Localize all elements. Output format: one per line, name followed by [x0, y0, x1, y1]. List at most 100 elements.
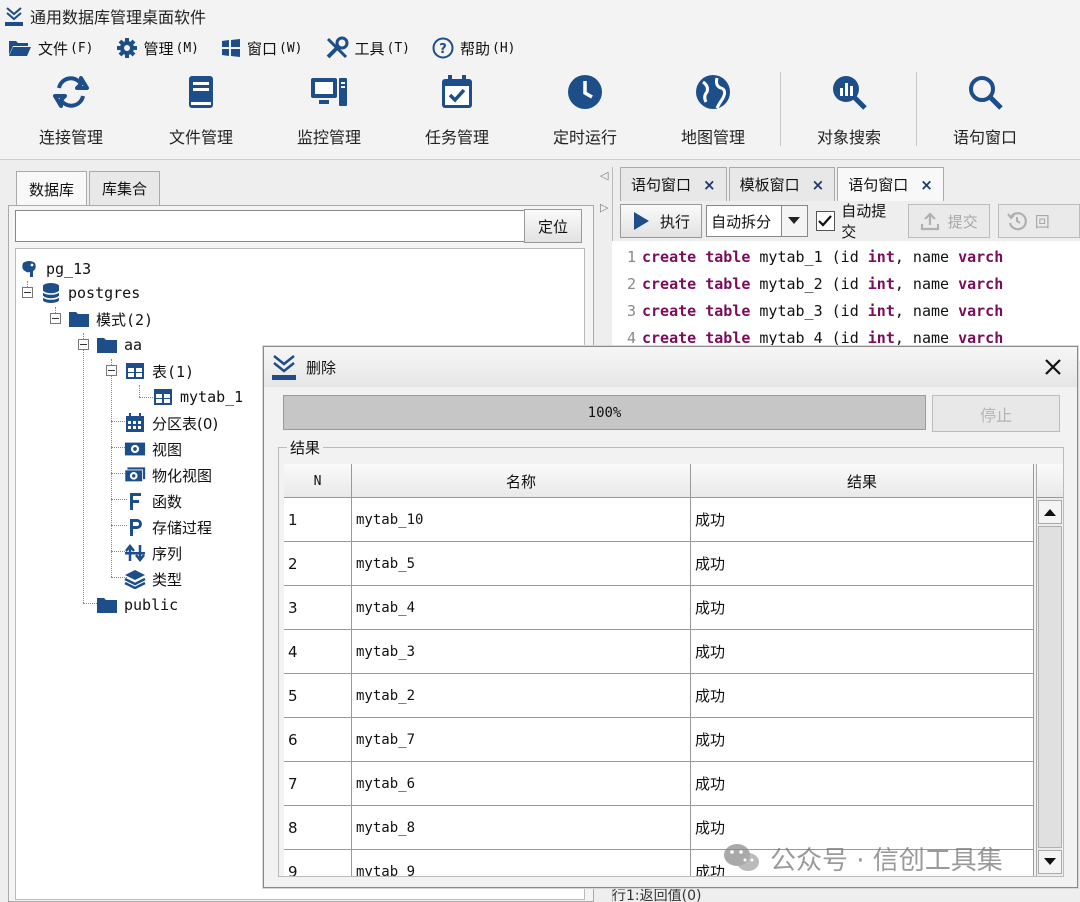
column-header-name[interactable]: 名称	[352, 464, 691, 498]
tree-node-procedures[interactable]: 存储过程	[124, 515, 212, 539]
cell-name: mytab_5	[352, 542, 691, 585]
tree-node-table-mytab-1[interactable]: mytab_1	[152, 385, 243, 409]
app-logo-icon	[5, 7, 23, 26]
tab-statement-window-2[interactable]: 语句窗口 ×	[837, 167, 944, 201]
column-header-result[interactable]: 结果	[691, 464, 1034, 498]
cell-name: mytab_10	[352, 498, 691, 541]
monitor-icon	[311, 78, 347, 106]
menu-help[interactable]: ? 帮助 (H)	[432, 37, 516, 59]
left-tabs: 数据库 库集合	[16, 171, 161, 207]
tree-node-connection[interactable]: pg_13	[18, 257, 91, 281]
close-icon	[1045, 359, 1061, 375]
scroll-down-button[interactable]	[1038, 850, 1062, 874]
stop-button[interactable]: 停止	[932, 395, 1060, 432]
rollback-button[interactable]: 回	[997, 204, 1080, 238]
windows-icon	[222, 39, 240, 57]
sql-editor[interactable]: 1 create table mytab_1 (id int, name var…	[612, 241, 1080, 361]
progress-bar: 100%	[283, 395, 926, 430]
menu-window[interactable]: 窗口 (W)	[221, 38, 303, 59]
scrollbar-header-corner	[1037, 464, 1063, 498]
folder-open-icon	[9, 41, 31, 56]
table-row[interactable]: 5 mytab_2 成功	[284, 674, 1034, 718]
folder-icon	[68, 308, 90, 330]
gear-icon	[116, 38, 137, 58]
collapse-right-arrow-icon[interactable]: ▷	[600, 201, 608, 214]
tree-expander[interactable]	[78, 339, 89, 350]
tab-db-collection[interactable]: 库集合	[89, 171, 161, 205]
tree-node-functions[interactable]: 函数	[124, 489, 182, 513]
tree-node-database[interactable]: postgres	[40, 281, 140, 305]
commit-button[interactable]: 提交	[907, 204, 990, 238]
scroll-up-button[interactable]	[1038, 500, 1062, 524]
table-row[interactable]: 3 mytab_4 成功	[284, 586, 1034, 630]
menu-tools[interactable]: 工具 (T)	[325, 36, 410, 60]
close-icon[interactable]: ×	[703, 176, 716, 194]
cell-result: 成功	[691, 586, 1034, 629]
table-row[interactable]: 1 mytab_10 成功	[284, 498, 1034, 542]
table-row[interactable]: 6 mytab_7 成功	[284, 718, 1034, 762]
editor-toolbar: 执行 自动拆分 自动提交 提交 回	[620, 201, 1080, 241]
tree-node-schemas[interactable]: 模式(2)	[68, 307, 153, 331]
map-manager-button[interactable]: 地图管理	[658, 72, 768, 156]
chevron-down-icon[interactable]	[780, 206, 807, 236]
tree-node-partition-tables[interactable]: 分区表(0)	[124, 411, 218, 435]
function-icon	[124, 490, 146, 512]
dialog-close-button[interactable]	[1039, 353, 1067, 381]
file-manager-button[interactable]: 文件管理	[146, 72, 256, 156]
dialog-title-bar[interactable]: 删除	[264, 347, 1077, 387]
tree-node-schema-aa[interactable]: aa	[96, 333, 142, 357]
cell-name: mytab_4	[352, 586, 691, 629]
procedure-icon	[124, 516, 146, 538]
column-header-n[interactable]: N	[284, 464, 352, 498]
object-search-button[interactable]: 对象搜索	[794, 72, 904, 156]
cell-n: 3	[284, 586, 352, 629]
tree-expander[interactable]	[106, 365, 117, 376]
result-group: 结果 N 名称 结果 1 mytab_10 成功 2 mytab_5 成功 3 mytab_4…	[278, 437, 1064, 877]
auto-commit-checkbox[interactable]: 自动提交	[815, 200, 900, 242]
close-icon[interactable]: ×	[812, 176, 825, 194]
tree-node-schema-public[interactable]: public	[96, 593, 178, 617]
close-icon[interactable]: ×	[920, 176, 933, 194]
tab-database[interactable]: 数据库	[16, 171, 88, 207]
cell-result: 成功	[691, 630, 1034, 673]
tree-expander[interactable]	[22, 287, 33, 298]
tree-expander[interactable]	[50, 313, 61, 324]
split-mode-select[interactable]: 自动拆分	[706, 205, 808, 237]
cell-n: 5	[284, 674, 352, 717]
execute-button[interactable]: 执行	[620, 204, 703, 238]
locate-button[interactable]: 定位	[524, 209, 582, 243]
cell-n: 4	[284, 630, 352, 673]
tree-node-tables[interactable]: 表(1)	[124, 359, 194, 383]
connection-manager-button[interactable]: 连接管理	[16, 72, 126, 156]
table-scrollbar[interactable]	[1036, 464, 1063, 876]
table-row[interactable]: 7 mytab_6 成功	[284, 762, 1034, 806]
locate-input[interactable]	[15, 210, 525, 242]
table-row[interactable]: 4 mytab_3 成功	[284, 630, 1034, 674]
cell-name: mytab_9	[352, 850, 691, 876]
scrollbar-thumb[interactable]	[1038, 526, 1062, 848]
calendar-grid-icon	[124, 412, 146, 434]
search-icon	[969, 76, 1003, 110]
collapse-left-arrow-icon[interactable]: ◁	[600, 169, 608, 182]
tree-node-types[interactable]: 类型	[124, 567, 182, 591]
tab-statement-window-1[interactable]: 语句窗口 ×	[620, 167, 727, 201]
folder-icon	[96, 594, 118, 616]
tree-node-views[interactable]: 视图	[124, 437, 182, 461]
delete-dialog: 删除 100% 停止 结果 N 名称 结果 1 mytab_10 成功 2 mytab_…	[263, 346, 1078, 888]
cell-name: mytab_6	[352, 762, 691, 805]
cell-result: 成功	[691, 674, 1034, 717]
tree-node-sequences[interactable]: 序列	[124, 541, 182, 565]
tree-node-materialized-views[interactable]: 物化视图	[124, 463, 212, 487]
editor-tabs: 语句窗口 × 模板窗口 × 语句窗口 ×	[620, 167, 944, 201]
table-icon	[152, 386, 174, 408]
tab-template-window[interactable]: 模板窗口 ×	[728, 167, 836, 201]
statement-window-button[interactable]: 语句窗口	[930, 72, 1040, 156]
task-manager-button[interactable]: 任务管理	[402, 72, 512, 156]
monitor-manager-button[interactable]: 监控管理	[274, 72, 384, 156]
wechat-icon	[724, 844, 759, 871]
menu-file[interactable]: 文件 (F)	[8, 38, 94, 59]
toolbar-separator	[916, 72, 917, 146]
scheduled-run-button[interactable]: 定时运行	[530, 72, 640, 156]
table-row[interactable]: 2 mytab_5 成功	[284, 542, 1034, 586]
menu-manage[interactable]: 管理 (M)	[116, 37, 199, 59]
